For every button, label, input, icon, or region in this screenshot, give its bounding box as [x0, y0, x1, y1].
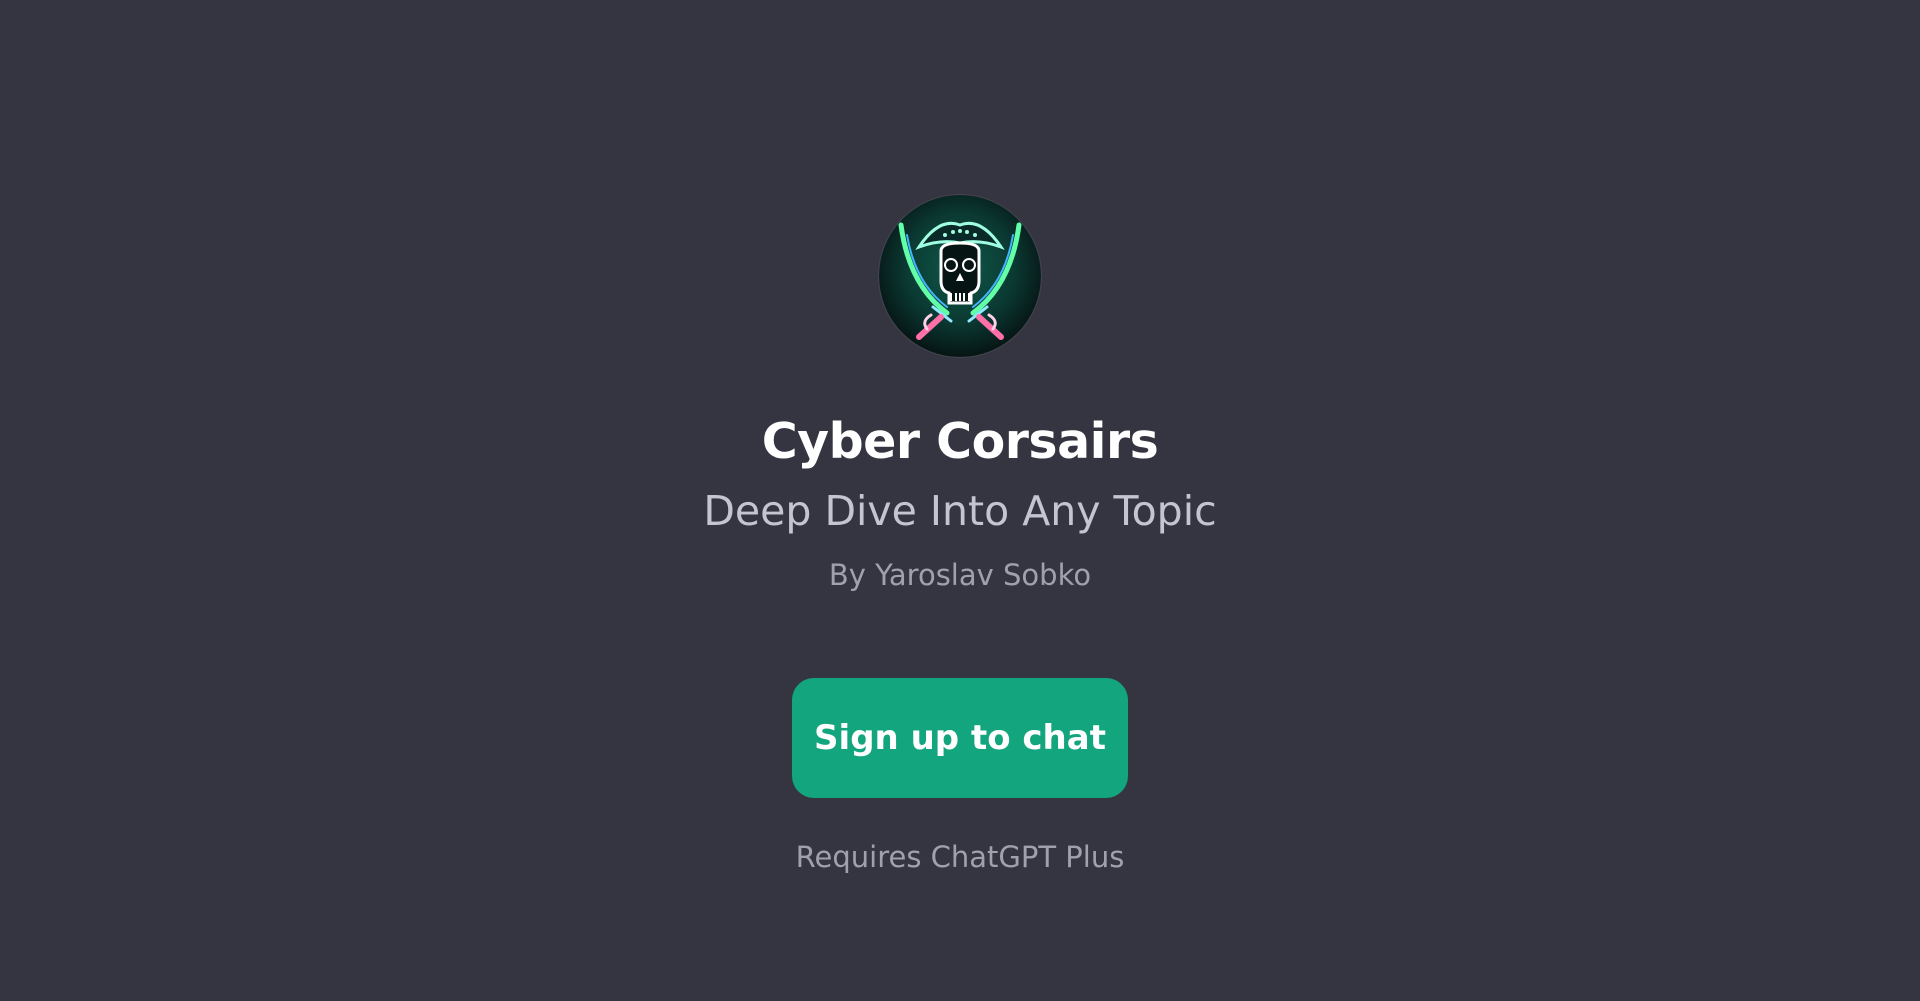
gpt-avatar	[879, 195, 1041, 357]
gpt-author: By Yaroslav Sobko	[828, 558, 1092, 592]
sign-up-to-chat-button[interactable]: Sign up to chat	[792, 678, 1128, 798]
gpt-description: Deep Dive Into Any Topic	[703, 487, 1217, 535]
pirate-skull-crossed-swords-icon	[879, 195, 1041, 357]
gpt-landing-page: Cyber Corsairs Deep Dive Into Any Topic …	[0, 0, 1920, 1001]
requirement-note: Requires ChatGPT Plus	[795, 840, 1125, 874]
sign-up-button-label: Sign up to chat	[814, 718, 1106, 758]
gpt-name: Cyber Corsairs	[761, 413, 1159, 470]
